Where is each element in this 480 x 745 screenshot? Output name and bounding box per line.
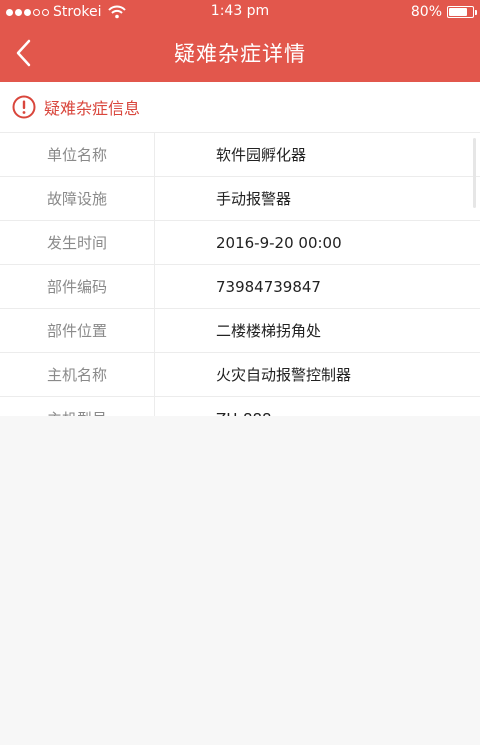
- row-label: 部件位置: [0, 309, 155, 352]
- row-label: 故障设施: [0, 177, 155, 220]
- detail-row: 故障设施 手动报警器: [0, 177, 480, 221]
- chevron-left-icon: [16, 39, 31, 67]
- battery-icon: [447, 6, 477, 18]
- row-value: 手动报警器: [216, 190, 292, 208]
- row-value: 软件园孵化器: [216, 146, 307, 164]
- status-time: 1:43 pm: [210, 3, 270, 19]
- row-label: 单位名称: [0, 133, 155, 176]
- detail-row: 主机名称 火灾自动报警控制器: [0, 353, 480, 397]
- nav-bar: 疑难杂症详情: [0, 24, 480, 82]
- row-label: 部件编码: [0, 265, 155, 308]
- section-header: 疑难杂症信息: [0, 82, 480, 133]
- header: Strokei 1:43 pm 80% 疑难杂症详情: [0, 0, 480, 82]
- row-value: 火灾自动报警控制器: [216, 366, 352, 384]
- row-value: 73984739847: [216, 277, 321, 296]
- row-value: 2016-9-20 00:00: [216, 233, 342, 252]
- row-value: 二楼楼梯拐角处: [216, 322, 322, 340]
- detail-row: 发生时间 2016-9-20 00:00: [0, 221, 480, 265]
- detail-row: 部件位置 二楼楼梯拐角处: [0, 309, 480, 353]
- status-bar: Strokei 1:43 pm 80%: [0, 0, 480, 24]
- detail-row: 部件编码 73984739847: [0, 265, 480, 309]
- detail-panel: 疑难杂症信息 单位名称 软件园孵化器 故障设施 手动报警器 发生时间 2016-…: [0, 82, 480, 416]
- row-label: 主机名称: [0, 353, 155, 396]
- scrollbar[interactable]: [473, 138, 476, 208]
- page-title: 疑难杂症详情: [174, 42, 306, 66]
- back-button[interactable]: [8, 36, 38, 70]
- row-value: ZH-888: [155, 397, 272, 417]
- detail-row: 主机型号 ZH-888: [0, 397, 480, 416]
- section-title: 疑难杂症信息: [44, 99, 141, 118]
- detail-row: 单位名称 软件园孵化器: [0, 133, 480, 177]
- row-label: 主机型号: [0, 397, 155, 416]
- row-label: 发生时间: [0, 221, 155, 264]
- alert-icon: [12, 95, 36, 119]
